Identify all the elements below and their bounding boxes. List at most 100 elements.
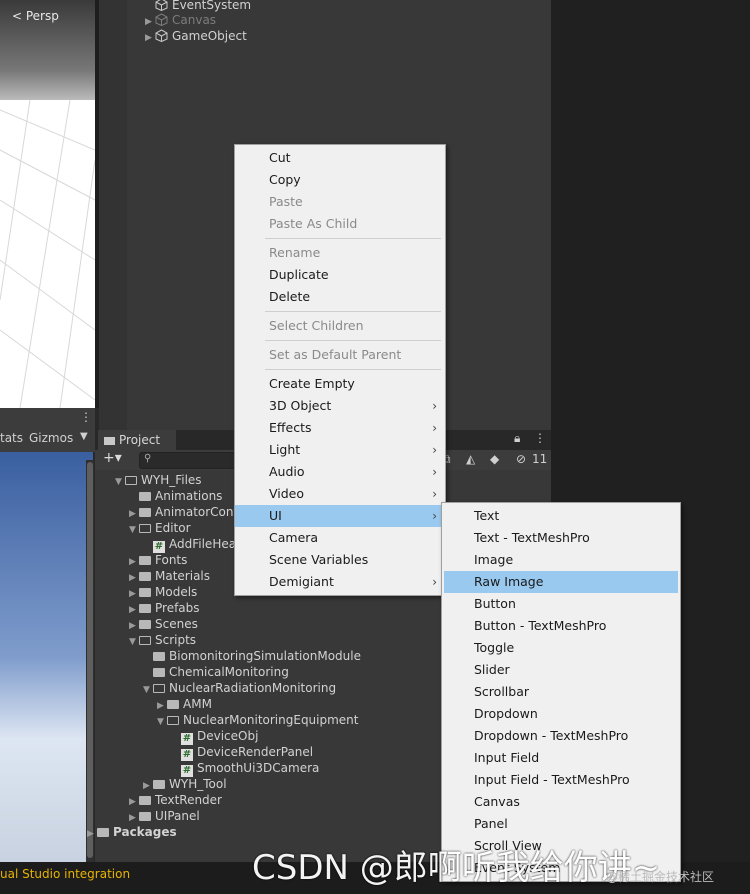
menu-item-audio[interactable]: Audio ›	[235, 461, 445, 483]
folder-icon	[139, 620, 151, 629]
folder-icon	[139, 556, 151, 565]
ui-menu-item-input-field[interactable]: Input Field	[442, 747, 680, 769]
tree-item-label: WYH_Tool	[169, 777, 227, 791]
tree-item[interactable]: # DeviceObj	[171, 728, 258, 745]
status-text[interactable]: ual Studio integration	[0, 867, 130, 881]
ui-menu-item-input-field-textmeshpro[interactable]: Input Field - TextMeshPro	[442, 769, 680, 791]
ui-menu-item-dropdown[interactable]: Dropdown	[442, 703, 680, 725]
ui-menu-item-dropdown-textmeshpro[interactable]: Dropdown - TextMeshPro	[442, 725, 680, 747]
ui-menu-item-button[interactable]: Button	[442, 593, 680, 615]
tree-item[interactable]: ▼ NuclearRadiationMonitoring	[143, 680, 336, 696]
menu-item-delete[interactable]: Delete	[235, 286, 445, 308]
expand-arrow-icon[interactable]: ▶	[87, 826, 97, 842]
game-view[interactable]	[0, 452, 93, 862]
menu-item-rename[interactable]: Rename	[235, 242, 445, 264]
ui-menu-item-text[interactable]: Text	[442, 505, 680, 527]
menu-item-label: Input Field	[474, 750, 540, 765]
tree-item[interactable]: ▶ Scenes	[129, 616, 198, 632]
tree-item[interactable]: ▶ AnimatorCont	[129, 504, 238, 520]
ui-menu-item-scrollbar[interactable]: Scrollbar	[442, 681, 680, 703]
collapse-arrow-icon[interactable]: ▼	[157, 714, 167, 730]
hierarchy-item-canvas[interactable]: ▶ Canvas	[145, 12, 216, 28]
menu-item-select-children[interactable]: Select Children	[235, 315, 445, 337]
tree-item[interactable]: ▶ Prefabs	[129, 600, 200, 616]
tree-item[interactable]: ▶ UIPanel	[129, 808, 200, 824]
collapse-arrow-icon[interactable]: ▼	[129, 634, 139, 650]
submenu-arrow-icon: ›	[432, 399, 437, 413]
tree-item[interactable]: ▶ Materials	[129, 568, 210, 584]
expand-arrow-icon[interactable]: ▶	[145, 30, 155, 46]
menu-item-paste-as-child[interactable]: Paste As Child	[235, 213, 445, 235]
tree-item[interactable]: ▶ Models	[129, 584, 197, 600]
tree-item[interactable]: ▶ WYH_Tool	[143, 776, 227, 792]
tree-item[interactable]: ▼ Scripts	[129, 632, 196, 648]
collapse-arrow-icon[interactable]: ▼	[143, 682, 153, 698]
tree-item[interactable]: # DeviceRenderPanel	[171, 744, 313, 761]
menu-item-paste[interactable]: Paste	[235, 191, 445, 213]
ui-menu-item-text-textmeshpro[interactable]: Text - TextMeshPro	[442, 527, 680, 549]
menu-separator	[265, 369, 441, 370]
menu-item-camera[interactable]: Camera	[235, 527, 445, 549]
collapse-arrow-icon[interactable]: ▼	[129, 522, 139, 538]
tree-item[interactable]: # SmoothUi3DCamera	[171, 760, 319, 777]
gizmos-button[interactable]: Gizmos	[29, 431, 73, 445]
tree-item[interactable]: ▶ AMM	[157, 696, 212, 712]
menu-item-set-as-default-parent[interactable]: Set as Default Parent	[235, 344, 445, 366]
menu-item-duplicate[interactable]: Duplicate	[235, 264, 445, 286]
menu-item-copy[interactable]: Copy	[235, 169, 445, 191]
tree-item[interactable]: ▶ Fonts	[129, 552, 187, 568]
gameobject-cube-icon	[155, 13, 168, 26]
ui-menu-item-button-textmeshpro[interactable]: Button - TextMeshPro	[442, 615, 680, 637]
scene-view[interactable]: < Persp	[0, 0, 95, 408]
scrollbar-thumb[interactable]	[87, 462, 93, 858]
filter-type-icon[interactable]: ◭	[466, 452, 475, 466]
collapse-arrow-icon[interactable]: ▼	[115, 474, 125, 490]
submenu-arrow-icon: ›	[432, 575, 437, 589]
more-options-icon[interactable]: ⋮	[534, 431, 546, 445]
menu-item-scene-variables[interactable]: Scene Variables	[235, 549, 445, 571]
persp-label[interactable]: < Persp	[12, 9, 59, 23]
menu-item-label: Dropdown - TextMeshPro	[474, 728, 629, 743]
tab-project[interactable]: Project	[98, 430, 176, 450]
ui-menu-item-panel[interactable]: Panel	[442, 813, 680, 835]
menu-item-create-empty[interactable]: Create Empty	[235, 373, 445, 395]
tree-item[interactable]: # AddFileHea	[143, 536, 237, 553]
tree-item-label: UIPanel	[155, 809, 200, 823]
menu-item-label: Video	[269, 486, 305, 501]
menu-item-label: Audio	[269, 464, 305, 479]
gizmos-dropdown-icon[interactable]: ▼	[80, 431, 88, 442]
hierarchy-item-gameobject[interactable]: ▶ GameObject	[145, 28, 247, 44]
submenu-arrow-icon: ›	[432, 465, 437, 479]
more-options-icon[interactable]: ⋮	[80, 410, 92, 424]
hidden-packages-icon[interactable]: ⊘	[516, 452, 526, 466]
lock-icon[interactable]: 🔒︎	[514, 431, 520, 446]
label-tag-icon[interactable]: ◆	[490, 452, 499, 466]
folder-icon	[139, 604, 151, 613]
menu-separator	[265, 311, 441, 312]
tree-item[interactable]: Animations	[129, 488, 222, 504]
menu-item-demigiant[interactable]: Demigiant ›	[235, 571, 445, 593]
ui-menu-item-slider[interactable]: Slider	[442, 659, 680, 681]
tree-item[interactable]: ▼ NuclearMonitoringEquipment	[157, 712, 359, 728]
ui-menu-item-image[interactable]: Image	[442, 549, 680, 571]
tree-item-label: AddFileHea	[169, 537, 237, 551]
tree-item[interactable]: ▶ Packages	[87, 824, 177, 840]
menu-item-effects[interactable]: Effects ›	[235, 417, 445, 439]
menu-item-3d-object[interactable]: 3D Object ›	[235, 395, 445, 417]
tree-item[interactable]: BiomonitoringSimulationModule	[143, 648, 361, 664]
menu-item-light[interactable]: Light ›	[235, 439, 445, 461]
create-button[interactable]: +▾	[103, 450, 122, 466]
menu-item-video[interactable]: Video ›	[235, 483, 445, 505]
ui-menu-item-toggle[interactable]: Toggle	[442, 637, 680, 659]
folder-icon	[139, 508, 151, 517]
ui-menu-item-raw-image[interactable]: Raw Image	[444, 571, 678, 593]
ui-menu-item-canvas[interactable]: Canvas	[442, 791, 680, 813]
tree-item-label: Prefabs	[155, 601, 200, 615]
tree-item[interactable]: ChemicalMonitoring	[143, 664, 289, 680]
menu-item-cut[interactable]: Cut	[235, 147, 445, 169]
menu-item-ui[interactable]: UI ›	[235, 505, 445, 527]
stats-button[interactable]: tats	[0, 431, 23, 445]
tree-item[interactable]: ▼ WYH_Files	[115, 472, 202, 488]
tree-item[interactable]: ▼ Editor	[129, 520, 191, 536]
tree-item[interactable]: ▶ TextRender	[129, 792, 222, 808]
